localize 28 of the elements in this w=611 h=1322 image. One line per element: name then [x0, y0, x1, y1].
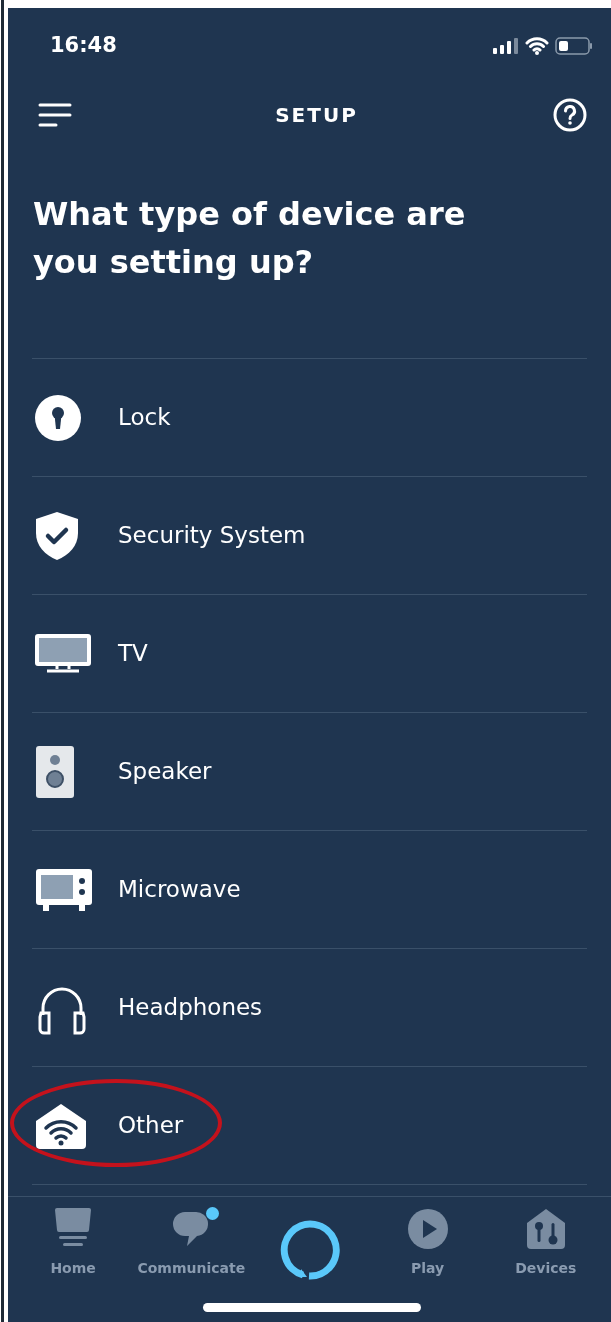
house-wifi-icon: [35, 1102, 87, 1149]
battery-icon: [555, 37, 593, 55]
header-title: SETUP: [274, 102, 358, 129]
device-type-item[interactable]: Lock: [32, 359, 587, 477]
device-type-item[interactable]: Security System: [32, 477, 587, 595]
microwave-icon: [35, 867, 93, 912]
devices-house-icon: [526, 1209, 565, 1249]
menu-icon[interactable]: [38, 102, 72, 128]
tab-bar-item[interactable]: Home: [18, 1207, 129, 1279]
device-type-item[interactable]: TV: [32, 595, 587, 713]
play-icon: [407, 1209, 448, 1249]
page-heading: What type of device are you setting up?: [32, 194, 467, 283]
wifi-icon: [525, 37, 549, 55]
device-type-item[interactable]: Other: [32, 1067, 587, 1185]
device-type-item[interactable]: Headphones: [32, 949, 587, 1067]
shield-check-icon: [35, 510, 79, 561]
device-type-item[interactable]: Microwave: [32, 831, 587, 949]
tab-bar-item[interactable]: Play: [372, 1207, 483, 1279]
signal-icon: [493, 38, 519, 54]
tab-bar-item[interactable]: Communicate: [136, 1207, 247, 1279]
tab-bar-item[interactable]: Devices: [490, 1207, 601, 1279]
alexa-ring-icon: [278, 1219, 341, 1281]
status-time: 16:48: [50, 32, 117, 60]
tv-icon: [35, 633, 91, 674]
help-icon[interactable]: [553, 98, 587, 132]
lock-icon: [35, 394, 81, 441]
speaker-icon: [35, 744, 75, 799]
device-type-item[interactable]: Speaker: [32, 713, 587, 831]
